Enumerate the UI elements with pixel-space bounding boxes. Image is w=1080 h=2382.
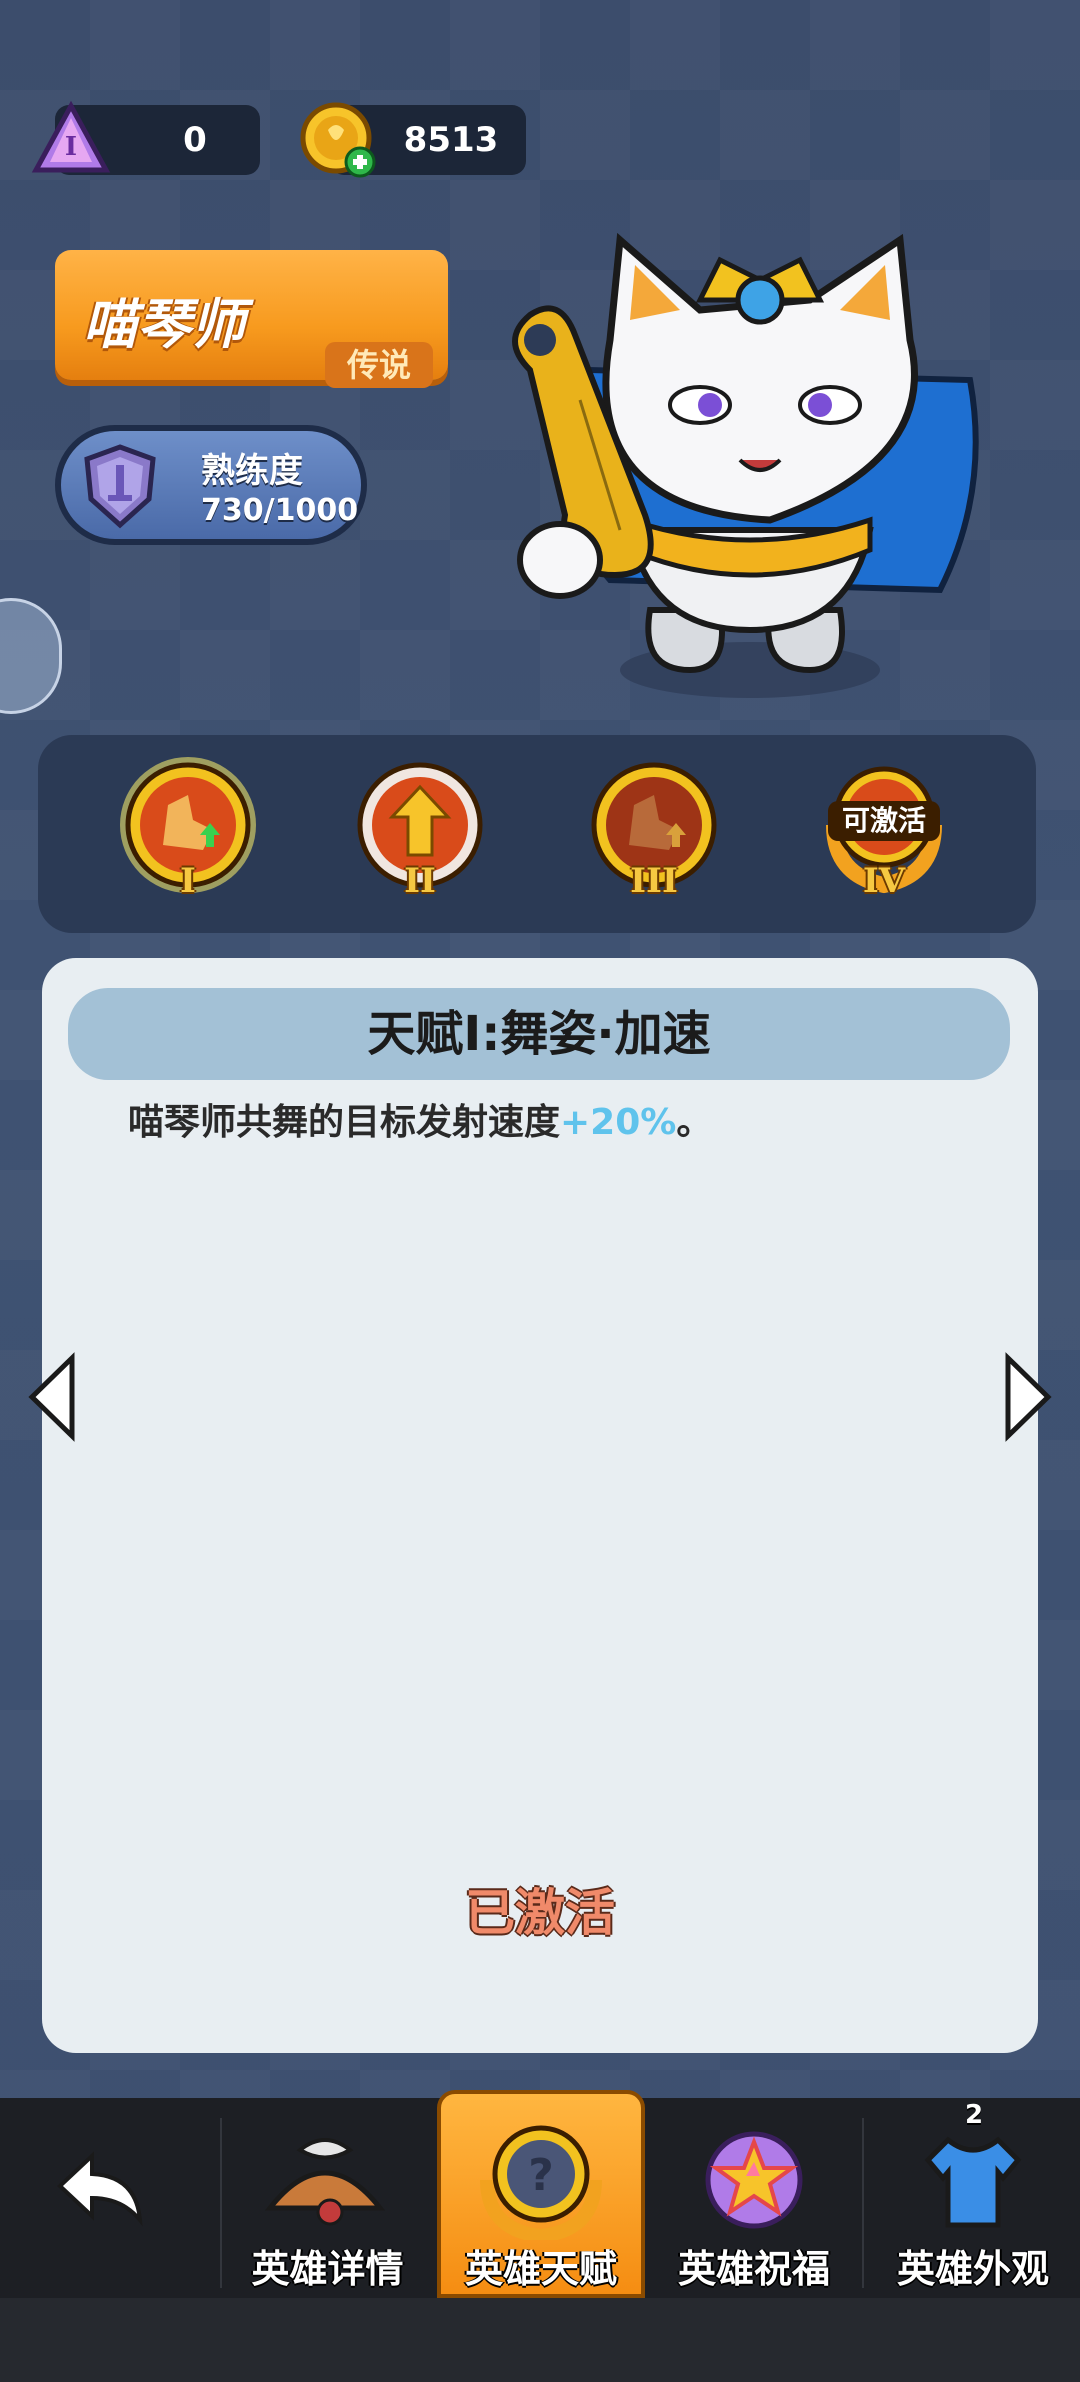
nav-hero-appearance[interactable]: 2 英雄外观	[866, 2098, 1080, 2298]
nav-hero-talent[interactable]: ? 英雄天赋	[437, 2098, 645, 2298]
nav-hero-details-label: 英雄详情	[251, 2247, 404, 2291]
rarity-badge: 传说	[325, 342, 433, 388]
talent-numeral-3: III	[630, 861, 678, 901]
mastery-label: 熟练度	[201, 451, 303, 491]
svg-text:?: ?	[528, 2150, 554, 2201]
prev-arrow-icon[interactable]	[26, 1352, 78, 1442]
talent-numeral-4: IV	[862, 861, 906, 901]
hero-portrait	[512, 232, 979, 698]
gold-count: 8513	[403, 120, 499, 160]
gold-coin-plus-icon[interactable]	[298, 100, 380, 182]
desc-prefix: 喵琴师共舞的目标发射速度	[128, 1102, 561, 1143]
talent-description: 喵琴师共舞的目标发射速度+20%。	[128, 1093, 712, 1145]
sword-shield-icon	[84, 444, 156, 529]
talent-node-2[interactable]: II	[350, 755, 490, 901]
bottom-strip	[0, 2298, 1080, 2382]
nav-hero-blessing-label: 英雄祝福	[677, 2247, 830, 2291]
nav-hero-details[interactable]: 英雄详情	[220, 2098, 435, 2298]
purple-gem-icon: I	[31, 100, 111, 173]
appearance-count-badge: 2	[964, 2100, 984, 2130]
svg-text:I: I	[65, 132, 77, 162]
next-arrow-icon[interactable]	[1002, 1352, 1054, 1442]
nav-hero-blessing[interactable]: 英雄祝福	[648, 2098, 860, 2298]
talent-title: 天赋Ⅰ:舞姿·加速	[367, 1006, 711, 1062]
talent-node-1[interactable]: I	[118, 755, 258, 901]
desc-suffix: 。	[676, 1102, 713, 1143]
mastery-value: 730/1000	[201, 493, 359, 528]
activatable-badge: 可激活	[828, 801, 940, 841]
hero-nameplate: 喵琴师 传说	[55, 250, 448, 388]
back-arrow-icon	[57, 2151, 143, 2227]
hero-name: 喵琴师	[83, 293, 245, 356]
mastery-pill[interactable]: 熟练度 730/1000	[55, 425, 367, 545]
desc-highlight: +20%	[560, 1102, 677, 1143]
hero-detail-icon	[264, 2138, 386, 2226]
talent-node-4[interactable]: 可激活 IV	[814, 755, 954, 901]
gem-count: 0	[183, 120, 207, 160]
question-emblem-icon: ?	[480, 2125, 602, 2240]
star-blessing-icon	[705, 2131, 803, 2229]
talent-title-bar: 天赋Ⅰ:舞姿·加速	[68, 988, 1010, 1080]
nav-hero-talent-label: 英雄天赋	[464, 2247, 617, 2291]
talent-selector: I II III 可激活 IV	[38, 735, 1036, 933]
shirt-icon	[924, 2136, 1022, 2228]
talent-numeral-1: I	[180, 861, 196, 901]
nav-hero-appearance-label: 英雄外观	[896, 2247, 1049, 2291]
activated-status: 已激活	[465, 1884, 615, 1942]
talent-detail-panel: 天赋Ⅰ:舞姿·加速 喵琴师共舞的目标发射速度+20%。 已激活	[42, 958, 1038, 2053]
nav-divider	[862, 2118, 864, 2288]
talent-numeral-2: II	[404, 861, 436, 901]
talent-node-3[interactable]: III	[584, 755, 724, 901]
back-button[interactable]	[0, 2098, 200, 2298]
